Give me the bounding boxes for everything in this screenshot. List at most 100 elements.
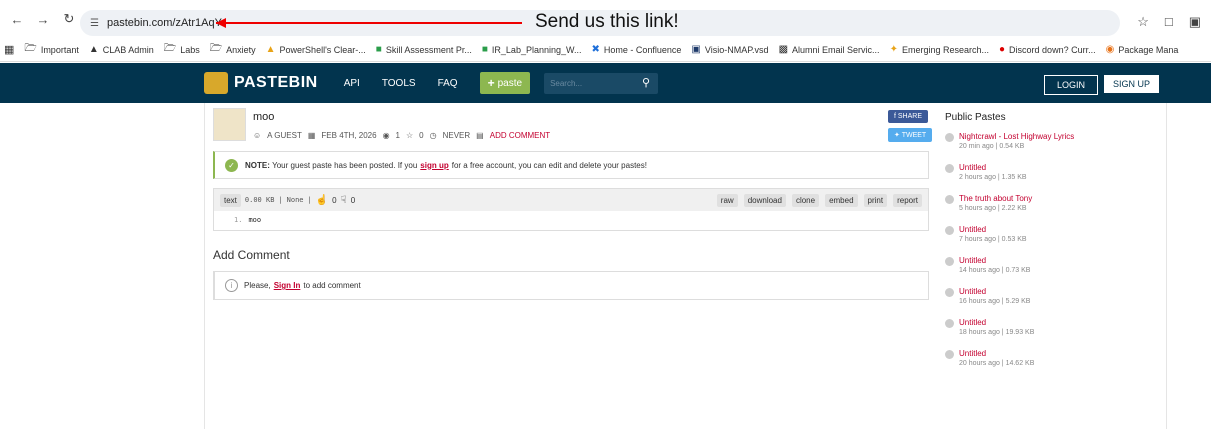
guest-paste-notice: ✓ NOTE: Your guest paste has been posted… <box>213 151 929 179</box>
syntax-badge[interactable]: text <box>220 193 241 207</box>
twitter-tweet-button[interactable]: ✦ TWEET <box>888 128 933 142</box>
bookmark-item[interactable]: ■ IR_Lab_Planning_W... <box>482 44 582 55</box>
clock-icon: ◷ <box>429 131 437 140</box>
thumbs-up-icon[interactable]: ☝ <box>316 195 328 206</box>
bookmarks-bar: ▦ 🗁 Important ▲ CLAB Admin 🗁 Labs 🗁 Anxiety … <box>0 38 1211 62</box>
user-icon: ☺ <box>253 131 262 140</box>
thumbs-down-icon[interactable]: ☟ <box>341 195 347 206</box>
new-paste-button[interactable]: + paste <box>479 72 531 94</box>
globe-icon <box>945 164 954 173</box>
code-toolbar: text 0.00 KB | None | ☝ 0 ☟ 0 raw downlo… <box>214 189 928 211</box>
list-item[interactable]: Untitled 7 hours ago | 0.53 KB <box>945 225 1027 243</box>
report-button[interactable]: report <box>893 194 922 207</box>
paste-category: None <box>286 196 304 204</box>
site-logo[interactable]: PASTEBIN <box>234 74 318 92</box>
site-icon: ▲ <box>265 44 276 55</box>
paste-title: moo <box>253 111 275 123</box>
globe-icon <box>945 350 954 359</box>
eye-icon: ◉ <box>382 131 390 140</box>
likes-count: 0 <box>332 195 337 205</box>
comment-signin-box: i Please, Sign In to add comment <box>213 271 929 300</box>
list-item[interactable]: Untitled 18 hours ago | 19.93 KB <box>945 318 1034 336</box>
signup-link[interactable]: sign up <box>420 161 448 170</box>
list-item[interactable]: Nightcrawl - Lost Highway Lyrics 20 min a… <box>945 132 1074 150</box>
code-actions: raw download clone embed print report <box>716 194 922 207</box>
site-icon: ■ <box>481 44 488 55</box>
browser-actions: ☆ □ ▣ <box>1137 14 1201 30</box>
facebook-share-button[interactable]: f SHARE <box>888 110 929 123</box>
add-comment-link[interactable]: ADD COMMENT <box>490 131 550 140</box>
login-button[interactable]: LOGIN <box>1044 75 1099 95</box>
apps-icon[interactable]: ▦ <box>4 43 14 56</box>
site-settings-icon[interactable]: ☰ <box>90 18 99 29</box>
site-icon: ◉ <box>1105 44 1115 55</box>
list-item[interactable]: Untitled 14 hours ago | 0.73 KB <box>945 256 1030 274</box>
embed-button[interactable]: embed <box>825 194 858 207</box>
globe-icon <box>945 226 954 235</box>
print-button[interactable]: print <box>863 194 888 207</box>
nav-tools[interactable]: TOOLS <box>382 78 416 89</box>
bookmark-item[interactable]: 🗁 Anxiety <box>210 41 256 58</box>
add-comment-heading: Add Comment <box>213 248 290 262</box>
paste-code-box: text 0.00 KB | None | ☝ 0 ☟ 0 raw downlo… <box>213 188 929 231</box>
avatar <box>213 108 246 141</box>
site-icon: ■ <box>375 44 382 55</box>
code-line: 1. moo <box>214 211 928 224</box>
star-icon: ☆ <box>406 131 414 140</box>
check-icon: ✓ <box>225 158 238 172</box>
bookmark-item[interactable]: ◉ Package Mana <box>1106 44 1179 55</box>
info-icon: i <box>225 279 238 292</box>
bookmark-item[interactable]: ▲ CLAB Admin <box>89 44 154 55</box>
folder-icon: 🗁 <box>163 43 177 54</box>
clone-button[interactable]: clone <box>791 194 820 207</box>
bookmark-item[interactable]: 🗁 Important <box>24 41 78 58</box>
line-number: 1. <box>234 216 243 224</box>
annotation-text: Send us this link! <box>535 11 679 32</box>
globe-icon <box>945 288 954 297</box>
site-icon: ▣ <box>691 44 701 55</box>
paste-date: FEB 4TH, 2026 <box>321 131 377 140</box>
forward-icon[interactable]: → <box>32 8 54 30</box>
public-pastes-sidebar: Public Pastes Nightcrawl - Lost Highway … <box>941 103 1165 367</box>
extensions-icon[interactable]: □ <box>1165 14 1173 30</box>
bookmark-star-icon[interactable]: ☆ <box>1137 14 1149 30</box>
site-header: PASTEBIN API TOOLS FAQ + paste Search... … <box>0 63 1211 103</box>
list-item[interactable]: Untitled 16 hours ago | 5.29 KB <box>945 287 1030 305</box>
folder-icon: 🗁 <box>24 43 37 54</box>
signin-link[interactable]: Sign In <box>274 281 301 290</box>
main-content: moo ☺ A GUEST ▦ FEB 4TH, 2026 ◉ 1 ☆ 0 ◷ … <box>204 103 1167 429</box>
list-item[interactable]: The truth about Tony 5 hours ago | 2.22 K… <box>945 194 1032 212</box>
folder-icon: 🗁 <box>209 43 223 54</box>
nav-api[interactable]: API <box>344 78 360 89</box>
bookmark-item[interactable]: ▲ PowerShell's Clear-... <box>266 44 366 55</box>
search-input[interactable]: Search... ⚲ <box>544 72 659 94</box>
download-button[interactable]: download <box>743 194 786 207</box>
bookmark-item[interactable]: 🗁 Labs <box>164 41 200 58</box>
bookmark-item[interactable]: ✦ Emerging Research... <box>890 44 989 55</box>
calendar-icon: ▦ <box>307 131 316 140</box>
signup-button[interactable]: SIGN UP <box>1104 75 1160 93</box>
list-item[interactable]: Untitled 2 hours ago | 1.35 KB <box>945 163 1027 181</box>
plus-icon: + <box>487 76 495 90</box>
bookmark-item[interactable]: ▣ Visio-NMAP.vsd <box>691 44 768 55</box>
paste-views: 1 <box>395 131 400 140</box>
paste-size: 0.00 KB <box>244 196 275 204</box>
reload-icon[interactable]: ↻ <box>58 8 80 30</box>
raw-button[interactable]: raw <box>716 194 738 207</box>
paste-expiry: NEVER <box>442 131 471 140</box>
paste-author[interactable]: A GUEST <box>267 131 302 140</box>
list-item[interactable]: Untitled 20 hours ago | 14.62 KB <box>945 349 1034 367</box>
sidepanel-icon[interactable]: ▣ <box>1189 14 1201 30</box>
annotation-arrow <box>216 22 522 24</box>
sidebar-title: Public Pastes <box>945 112 1006 123</box>
bookmark-item[interactable]: ● Discord down? Curr... <box>999 44 1096 55</box>
pastebin-logo-icon[interactable] <box>204 72 228 94</box>
dislikes-count: 0 <box>350 195 356 205</box>
search-icon[interactable]: ⚲ <box>642 76 650 89</box>
back-icon[interactable]: ← <box>6 8 28 30</box>
bookmark-item[interactable]: ▩ Alumni Email Servic... <box>779 44 880 55</box>
nav-faq[interactable]: FAQ <box>438 78 458 89</box>
bookmark-item[interactable]: ✖ Home - Confluence <box>591 44 681 55</box>
paste-stars: 0 <box>419 131 424 140</box>
bookmark-item[interactable]: ■ Skill Assessment Pr... <box>376 44 472 55</box>
